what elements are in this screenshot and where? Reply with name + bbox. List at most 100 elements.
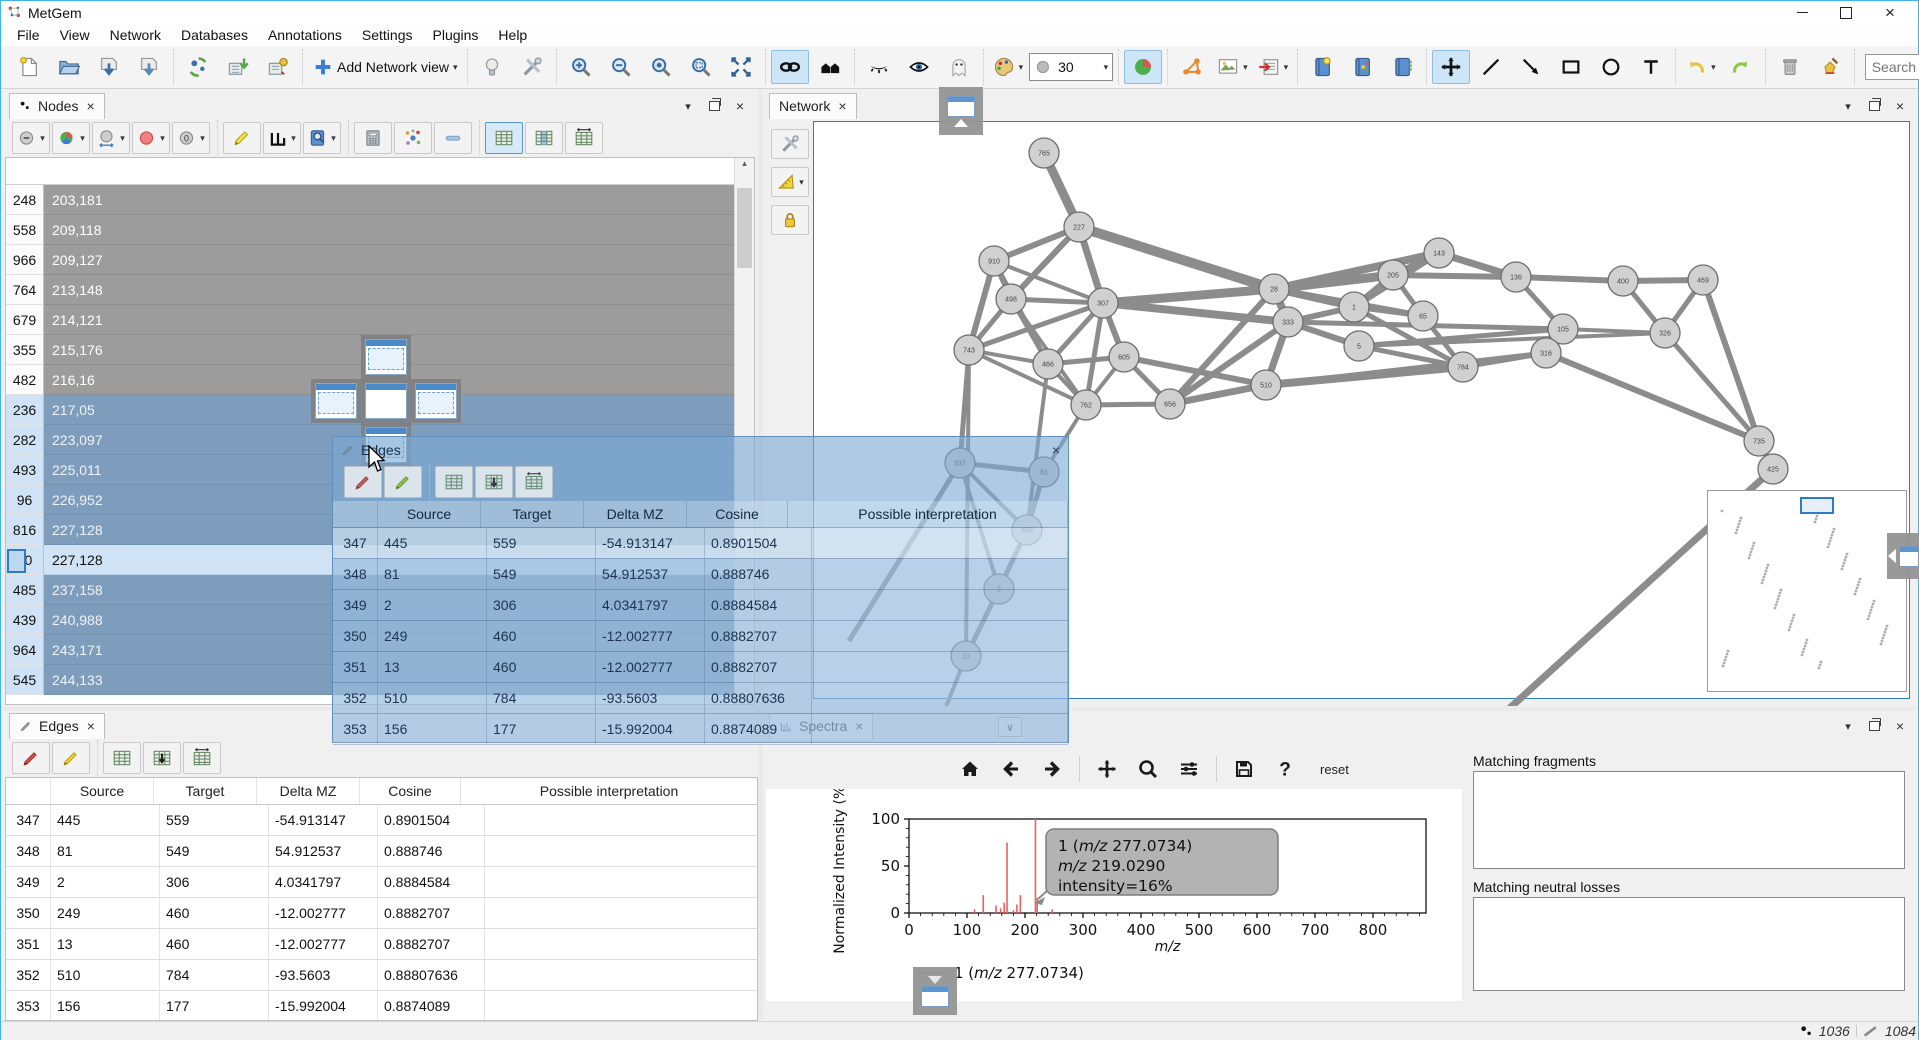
table-view-button[interactable] bbox=[103, 742, 141, 774]
column-header[interactable]: Possible interpretation bbox=[461, 778, 757, 804]
circle-number-button[interactable]: 0▾ bbox=[172, 122, 210, 154]
row-header[interactable]: 493 bbox=[6, 455, 44, 485]
pen-red-button[interactable] bbox=[12, 742, 50, 774]
refresh-network-button[interactable] bbox=[179, 50, 217, 84]
import-group-mapping-button[interactable] bbox=[259, 50, 297, 84]
panel-close-button[interactable]: × bbox=[1892, 99, 1908, 113]
zoom-in-button[interactable] bbox=[562, 50, 600, 84]
settings-tools-button[interactable] bbox=[513, 50, 551, 84]
mpl-zoom-button[interactable] bbox=[1134, 755, 1162, 783]
add-network-view-button[interactable]: Add Network view▾ bbox=[308, 50, 462, 84]
column-header[interactable]: Target bbox=[154, 778, 257, 804]
row-header[interactable]: 482 bbox=[6, 365, 44, 395]
export-down-button[interactable] bbox=[130, 50, 168, 84]
floating-edges-panel[interactable]: Edges × SourceTargetDelta MZCosinePossib… bbox=[332, 436, 1069, 743]
force-layout-button[interactable] bbox=[1173, 50, 1211, 84]
row-header[interactable]: 545 bbox=[6, 665, 44, 695]
ruler-button[interactable]: ▾ bbox=[771, 167, 809, 197]
menu-databases[interactable]: Databases bbox=[171, 25, 258, 45]
open-folder-button[interactable] bbox=[50, 50, 88, 84]
trash-button[interactable] bbox=[1771, 50, 1809, 84]
menu-network[interactable]: Network bbox=[100, 25, 171, 45]
book-search-button[interactable]: ▾ bbox=[303, 122, 341, 154]
menu-annotations[interactable]: Annotations bbox=[258, 25, 352, 45]
mpl-home-button[interactable] bbox=[956, 755, 984, 783]
floating-close-icon[interactable]: × bbox=[1050, 442, 1060, 458]
panel-close-button[interactable]: × bbox=[732, 99, 748, 113]
edges-table-row[interactable]: 352510784-93.56030.88807636 bbox=[333, 683, 1068, 714]
link-nodes-button[interactable] bbox=[771, 50, 809, 84]
nodes-table-row[interactable]: 764213,148 bbox=[6, 275, 754, 305]
table-arrow-down-button[interactable] bbox=[143, 742, 181, 774]
row-header[interactable]: 964 bbox=[6, 635, 44, 665]
zoom-reset-button[interactable] bbox=[642, 50, 680, 84]
floating-edges-table[interactable]: SourceTargetDelta MZCosinePossible inter… bbox=[333, 501, 1068, 745]
edges-table-row[interactable]: 353156177-15.9920040.8874089 bbox=[6, 991, 757, 1021]
edges-table-row[interactable]: 35113460-12.0027770.8882707 bbox=[333, 652, 1068, 683]
draw-line-button[interactable] bbox=[1472, 50, 1510, 84]
nodes-table-row[interactable]: 558209,118 bbox=[6, 215, 754, 245]
matching-fragments-box[interactable] bbox=[1473, 771, 1905, 869]
table-fit-button[interactable] bbox=[565, 122, 603, 154]
edges-table-row[interactable]: 3488154954.9125370.888746 bbox=[333, 559, 1068, 590]
row-header[interactable]: 282 bbox=[6, 425, 44, 455]
network-minimap[interactable] bbox=[1707, 490, 1907, 692]
mpl-save-button[interactable] bbox=[1230, 755, 1258, 783]
table-columns-button[interactable] bbox=[525, 122, 563, 154]
row-header[interactable]: 485 bbox=[6, 575, 44, 605]
table-fit-button[interactable] bbox=[183, 742, 221, 774]
panel-menu-button[interactable]: ▾ bbox=[1840, 99, 1856, 113]
column-header[interactable]: Cosine bbox=[360, 778, 461, 804]
calculator-button[interactable] bbox=[354, 122, 392, 154]
tab-close-icon[interactable]: × bbox=[836, 98, 846, 114]
menu-view[interactable]: View bbox=[50, 25, 100, 45]
panel-close-button[interactable]: × bbox=[1892, 719, 1908, 733]
color-palette-button[interactable]: ▾ bbox=[989, 50, 1028, 84]
cluster-button[interactable] bbox=[394, 122, 432, 154]
notebook-network-button[interactable] bbox=[1343, 50, 1381, 84]
panel-menu-button[interactable]: ▾ bbox=[1840, 719, 1856, 733]
scroll-up-icon[interactable]: ▴ bbox=[742, 158, 747, 168]
row-header[interactable]: 966 bbox=[6, 245, 44, 275]
tab-nodes[interactable]: Nodes × bbox=[9, 93, 105, 119]
dock-target-top[interactable] bbox=[361, 335, 411, 379]
edges-table-row[interactable]: 353156177-15.9920040.8874089 bbox=[333, 714, 1068, 745]
table-fit-button[interactable] bbox=[515, 466, 553, 498]
mpl-sliders-button[interactable] bbox=[1175, 755, 1203, 783]
row-header[interactable]: 236 bbox=[6, 395, 44, 425]
nodes-table-row[interactable]: 679214,121 bbox=[6, 305, 754, 335]
export-image-button[interactable]: ▾ bbox=[1213, 50, 1252, 84]
column-header[interactable]: Delta MZ bbox=[257, 778, 360, 804]
minimap-view-rect[interactable] bbox=[1800, 497, 1834, 514]
mpl-help-button[interactable]: ? bbox=[1271, 755, 1299, 783]
menu-settings[interactable]: Settings bbox=[352, 25, 423, 45]
row-header[interactable]: 248 bbox=[6, 185, 44, 215]
panel-menu-button[interactable]: ▾ bbox=[680, 99, 696, 113]
redo-button[interactable] bbox=[1722, 50, 1760, 84]
column-header[interactable]: Source bbox=[51, 778, 154, 804]
pen-yellow-button[interactable] bbox=[52, 742, 90, 774]
scroll-thumb[interactable] bbox=[737, 188, 752, 268]
menu-file[interactable]: File bbox=[7, 25, 50, 45]
hide-items-button[interactable] bbox=[860, 50, 898, 84]
spectrum-plot[interactable]: 0100200300400500600700800050100Normalize… bbox=[766, 789, 1462, 1001]
export-report-button[interactable]: ▾ bbox=[1254, 50, 1293, 84]
edges-table-row[interactable]: 350249460-12.0027770.8882707 bbox=[6, 898, 757, 929]
draw-ellipse-button[interactable] bbox=[1592, 50, 1630, 84]
row-header[interactable]: 50 bbox=[6, 545, 44, 575]
draw-arrow-button[interactable] bbox=[1512, 50, 1550, 84]
edges-table-row[interactable]: 35113460-12.0027770.8882707 bbox=[6, 929, 757, 960]
circle-pie-button[interactable]: ▾ bbox=[52, 122, 90, 154]
tab-network[interactable]: Network × bbox=[769, 93, 857, 119]
settings-tools-button[interactable] bbox=[771, 129, 809, 159]
close-button[interactable]: × bbox=[1868, 1, 1912, 24]
dock-target-center[interactable] bbox=[361, 379, 411, 423]
edges-table-row[interactable]: 352510784-93.56030.88807636 bbox=[6, 960, 757, 991]
edges-table[interactable]: SourceTargetDelta MZCosinePossible inter… bbox=[5, 777, 758, 1021]
mz-cell[interactable]: 203,181 bbox=[44, 185, 754, 215]
mpl-forward-button[interactable] bbox=[1038, 755, 1066, 783]
menu-help[interactable]: Help bbox=[488, 25, 537, 45]
edges-table-row[interactable]: 350249460-12.0027770.8882707 bbox=[333, 621, 1068, 652]
edges-table-row[interactable]: 34923064.03417970.8884584 bbox=[333, 590, 1068, 621]
edges-table-row[interactable]: 3488154954.9125370.888746 bbox=[6, 836, 757, 867]
